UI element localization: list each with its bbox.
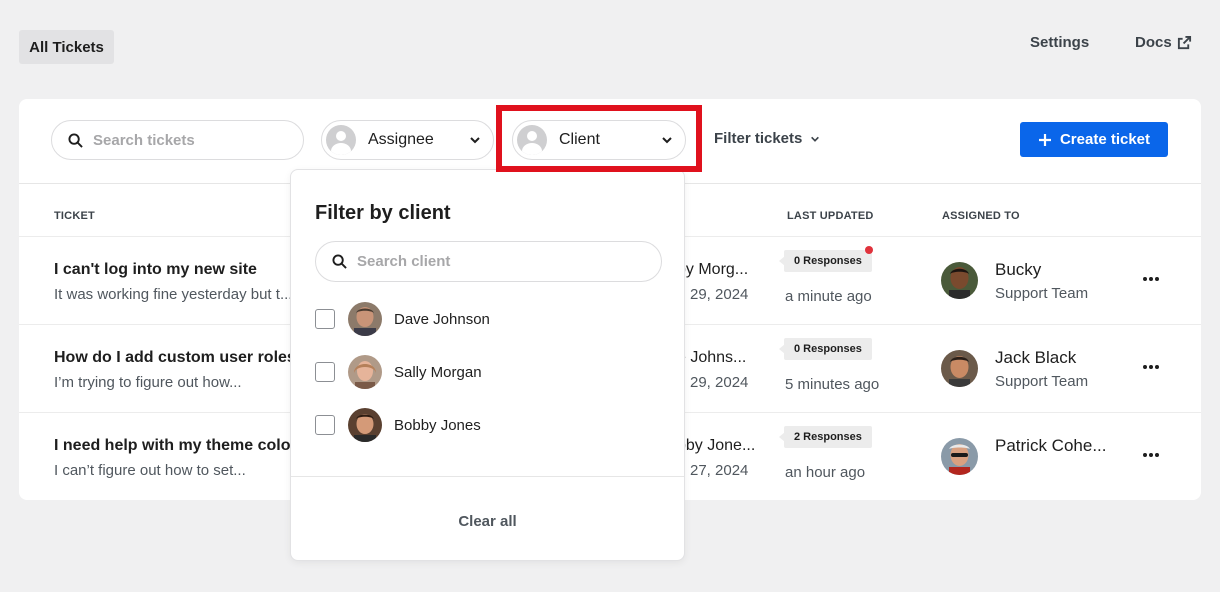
ticket-date: 27, 2024 — [690, 462, 749, 479]
client-option[interactable]: Sally Morgan — [315, 354, 655, 390]
client-option-name: Dave Johnson — [394, 310, 490, 328]
assignee-team: Support Team — [995, 285, 1089, 302]
assignee-name: Bucky — [995, 260, 1042, 279]
filter-tickets-label: Filter tickets — [714, 130, 803, 147]
search-icon — [332, 254, 347, 269]
responses-badge: 2 Responses — [784, 426, 872, 448]
dropdown-divider — [291, 476, 684, 477]
more-options-icon[interactable] — [1143, 447, 1159, 463]
assignee-filter-label: Assignee — [368, 131, 434, 148]
client-search-placeholder: Search client — [357, 253, 451, 270]
ticket-date: 29, 2024 — [690, 286, 749, 303]
client-checkbox[interactable] — [315, 362, 335, 382]
settings-label: Settings — [1030, 34, 1090, 51]
dropdown-title: Filter by client — [315, 202, 451, 224]
docs-link[interactable]: Docs — [1135, 34, 1192, 51]
docs-label: Docs — [1135, 34, 1172, 51]
tab-all-tickets[interactable]: All Tickets — [19, 30, 114, 64]
settings-link[interactable]: Settings — [1030, 34, 1089, 51]
ticket-excerpt: I can’t figure out how to set... — [54, 462, 246, 479]
search-icon — [68, 132, 83, 148]
ticket-client: e Johns... — [677, 349, 747, 366]
avatar — [941, 350, 978, 387]
client-filter-label: Client — [559, 131, 600, 148]
chevron-down-icon — [470, 137, 480, 144]
client-checkbox[interactable] — [315, 415, 335, 435]
more-options-icon[interactable] — [1143, 271, 1159, 287]
plus-icon — [1038, 133, 1051, 146]
avatar-placeholder-icon — [517, 125, 547, 155]
client-option-name: Sally Morgan — [394, 363, 482, 381]
ticket-updated: 5 minutes ago — [785, 376, 880, 393]
ticket-client: by Morg... — [677, 261, 749, 278]
column-header-assigned-to: ASSIGNED TO — [942, 210, 1020, 222]
column-header-ticket: TICKET — [54, 210, 95, 222]
client-filter[interactable]: Client — [512, 120, 686, 160]
client-option-name: Bobby Jones — [394, 416, 481, 434]
avatar-placeholder-icon — [326, 125, 356, 155]
chevron-down-icon — [662, 137, 672, 144]
client-search-input[interactable]: Search client — [315, 241, 662, 282]
ticket-title[interactable]: How do I add custom user roles — [54, 349, 296, 367]
client-option[interactable]: Bobby Jones — [315, 407, 655, 443]
avatar — [941, 438, 978, 475]
assignee-name: Jack Black — [995, 348, 1077, 367]
assignee-name: Patrick Cohe... — [995, 436, 1107, 455]
clear-all-button[interactable]: Clear all — [291, 513, 684, 530]
ticket-updated: an hour ago — [785, 464, 866, 481]
ticket-date: 29, 2024 — [690, 374, 749, 391]
more-options-icon[interactable] — [1143, 359, 1159, 375]
assignee-team: Support Team — [995, 373, 1089, 390]
ticket-client: bby Jone... — [677, 437, 756, 454]
client-filter-dropdown: Filter by client Search client Dave John… — [290, 169, 685, 561]
unread-dot — [865, 246, 873, 254]
ticket-updated: a minute ago — [785, 288, 872, 305]
search-input[interactable]: Search tickets — [51, 120, 304, 160]
client-checkbox[interactable] — [315, 309, 335, 329]
avatar — [348, 355, 382, 389]
avatar — [348, 408, 382, 442]
responses-badge: 0 Responses — [784, 338, 872, 360]
ticket-title[interactable]: I can't log into my new site — [54, 261, 257, 279]
avatar — [348, 302, 382, 336]
avatar — [941, 262, 978, 299]
filter-tickets-button[interactable]: Filter tickets — [714, 130, 820, 147]
column-header-last-updated: LAST UPDATED — [787, 210, 874, 222]
ticket-excerpt: It was working fine yesterday but t... — [54, 286, 293, 303]
ticket-excerpt: I’m trying to figure out how... — [54, 374, 242, 391]
responses-badge: 0 Responses — [784, 250, 872, 272]
create-ticket-label: Create ticket — [1059, 131, 1151, 148]
search-placeholder: Search tickets — [93, 131, 195, 149]
create-ticket-button[interactable]: Create ticket — [1020, 122, 1168, 157]
client-option[interactable]: Dave Johnson — [315, 301, 655, 337]
external-link-icon — [1177, 35, 1191, 50]
chevron-down-icon — [811, 136, 820, 142]
ticket-title[interactable]: I need help with my theme colors — [54, 437, 306, 455]
assignee-filter[interactable]: Assignee — [321, 120, 494, 160]
